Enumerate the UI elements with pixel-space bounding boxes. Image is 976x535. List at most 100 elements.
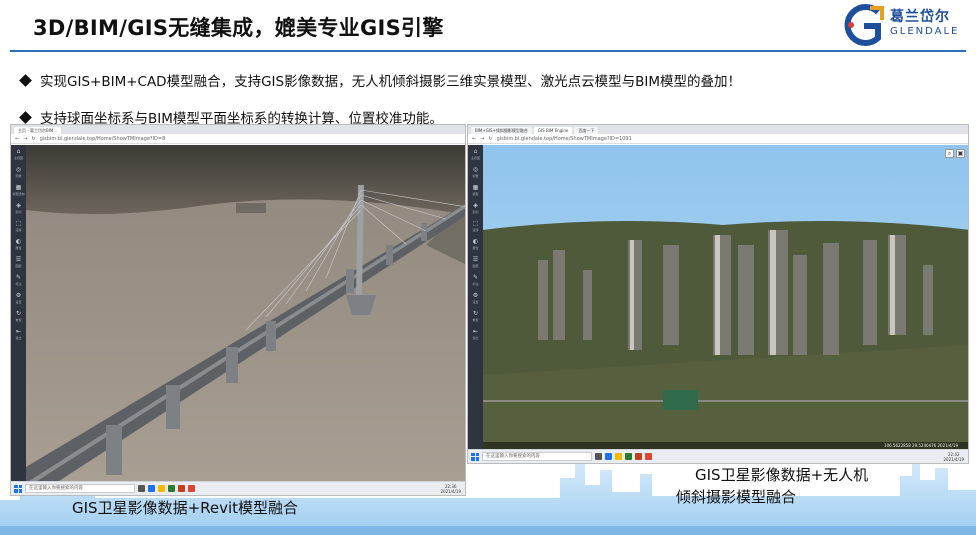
page-title: 3D/BIM/GIS无缝集成，媲美专业GIS引擎: [33, 16, 444, 40]
sidebar-item[interactable]: ⚙ 设置: [468, 289, 483, 307]
reload-icon[interactable]: ↻: [31, 136, 35, 142]
sidebar-tool-icon: ⇤: [15, 328, 22, 335]
forward-icon[interactable]: →: [480, 136, 484, 142]
sidebar-tool-icon: ✎: [15, 274, 22, 281]
diamond-bullet-icon: [19, 111, 32, 124]
sidebar-tool-icon: ▦: [472, 184, 479, 191]
taskbar-search-input[interactable]: 在这里输入你要搜索的内容: [482, 452, 592, 461]
company-logo: 葛兰岱尔 GLENDALE: [838, 4, 970, 46]
sidebar-tool-icon: ◎: [15, 166, 22, 173]
powerpoint-icon[interactable]: [178, 485, 185, 492]
oblique-photography-scene: [483, 145, 968, 449]
sidebar-item[interactable]: ◈ 剖切: [468, 199, 483, 217]
sidebar-item[interactable]: ☰ 图层: [11, 253, 26, 271]
sidebar-item-label: 主视图: [13, 156, 23, 160]
chrome-icon[interactable]: [188, 485, 195, 492]
sidebar-item-label: 重置: [472, 318, 479, 322]
sidebar-tool-icon: ↻: [472, 310, 479, 317]
windows-start-icon[interactable]: [471, 452, 479, 461]
search-icon[interactable]: ⌕: [945, 149, 954, 158]
sidebar-item-label: 模型: [472, 192, 479, 196]
reload-icon[interactable]: ↻: [488, 136, 492, 142]
windows-taskbar: 在这里输入你要搜索的内容 22:36 2021/4/19: [11, 481, 465, 495]
taskbar-search-input[interactable]: 在这里输入你要搜索的内容: [25, 484, 135, 493]
taskbar-clock: 22:42 2021/4/19: [943, 451, 964, 462]
layer-toggle-icon[interactable]: ▣: [956, 149, 965, 158]
excel-icon[interactable]: [625, 453, 632, 460]
city-3d-viewport[interactable]: ⌕ ▣ 106.5622858 29.5240476 2021/4/19: [483, 145, 968, 449]
windows-start-icon[interactable]: [14, 484, 22, 493]
url-text[interactable]: gisbim.bl.glendale.top/Home/ShowTMImage?…: [40, 136, 166, 142]
sidebar-item[interactable]: ✎ 标注: [11, 271, 26, 289]
sidebar-item-label: 图层: [472, 264, 479, 268]
sidebar-item-label: 漫游: [472, 228, 479, 232]
bridge-3d-viewport[interactable]: [26, 145, 465, 481]
sidebar-item-label: 剖切: [472, 210, 479, 214]
sidebar-item[interactable]: ▦ 模型: [468, 181, 483, 199]
powerpoint-icon[interactable]: [635, 453, 642, 460]
sidebar-item-label: 设置: [472, 300, 479, 304]
browser-tab-bar: 主页 - 葛兰岱尔BIM...: [11, 125, 465, 134]
address-bar[interactable]: ← → ↻ gisbim.bl.glendale.top/Home/ShowTM…: [468, 134, 968, 144]
sidebar-tool-icon: ◐: [472, 238, 479, 245]
logo-english-name: GLENDALE: [890, 26, 960, 37]
sidebar-item[interactable]: ◎ 测量: [468, 163, 483, 181]
diamond-bullet-icon: [19, 74, 32, 87]
sidebar-tool-icon: ▦: [15, 184, 22, 191]
sidebar-item[interactable]: ◈ 剖切: [11, 199, 26, 217]
excel-icon[interactable]: [168, 485, 175, 492]
chrome-icon[interactable]: [645, 453, 652, 460]
browser-tab[interactable]: 主页 - 葛兰岱尔BIM...: [14, 127, 62, 134]
sidebar-item[interactable]: ☰ 图层: [468, 253, 483, 271]
sidebar-item-label: 退出: [15, 336, 22, 340]
file-explorer-icon[interactable]: [615, 453, 622, 460]
url-text[interactable]: gisbim.bl.glendale.top/Home/ShowTMImage?…: [497, 136, 632, 142]
sidebar-item[interactable]: ⚙ 设置: [11, 289, 26, 307]
back-icon[interactable]: ←: [472, 136, 476, 142]
sidebar-tool-icon: ⇤: [472, 328, 479, 335]
edge-icon[interactable]: [148, 485, 155, 492]
address-bar[interactable]: ← → ↻ gisbim.bl.glendale.top/Home/ShowTM…: [11, 134, 465, 144]
task-view-icon[interactable]: [595, 453, 602, 460]
sidebar-item[interactable]: ✎ 标注: [468, 271, 483, 289]
sidebar-item-label: 属性: [15, 246, 22, 250]
edge-icon[interactable]: [605, 453, 612, 460]
viewer-body: ⌂ 主视图 ◎ 测量 ▦ 模型结构 ◈ 剖切 ⬚ 漫游 ◐ 属性 ☰ 图层 ✎ 标注 ⚙ 设置 ↻ 重置 ⇤ 退出: [11, 145, 465, 481]
sidebar-tool-icon: ◎: [472, 166, 479, 173]
sidebar-tool-icon: ✎: [472, 274, 479, 281]
sidebar-item-label: 重置: [15, 318, 22, 322]
back-icon[interactable]: ←: [15, 136, 19, 142]
sidebar-tool-icon: ⌂: [16, 148, 21, 155]
browser-tab[interactable]: GIS BIM Engine: [533, 127, 573, 134]
viewer-body: ⌂ 主视图 ◎ 测量 ▦ 模型 ◈ 剖切 ⬚ 漫游 ◐ 属性 ☰ 图层 ✎ 标注 ⚙ 设置 ↻ 重置 ⇤ 退出: [468, 145, 968, 449]
file-explorer-icon[interactable]: [158, 485, 165, 492]
sidebar-item[interactable]: ◐ 属性: [468, 235, 483, 253]
sidebar-item-label: 设置: [15, 300, 22, 304]
forward-icon[interactable]: →: [23, 136, 27, 142]
sidebar-item-label: 模型结构: [12, 192, 25, 196]
sidebar-item[interactable]: ⇤ 退出: [468, 325, 483, 343]
task-view-icon[interactable]: [138, 485, 145, 492]
right-browser-window: BIM+GIS+倾斜摄影模型融合 GIS BIM Engine 百度一下 ← →…: [467, 124, 969, 464]
browser-tab[interactable]: 百度一下: [574, 127, 599, 134]
sidebar-item-label: 标注: [472, 282, 479, 286]
sidebar-item[interactable]: ↻ 重置: [11, 307, 26, 325]
sidebar-item-label: 剖切: [15, 210, 22, 214]
left-browser-window: 主页 - 葛兰岱尔BIM... ← → ↻ gisbim.bl.glendale…: [10, 124, 466, 496]
sidebar-item-label: 测量: [15, 174, 22, 178]
browser-tab[interactable]: BIM+GIS+倾斜摄影模型融合: [471, 127, 532, 134]
sidebar-item[interactable]: ▦ 模型结构: [11, 181, 26, 199]
sidebar-item[interactable]: ⬚ 漫游: [468, 217, 483, 235]
sidebar-tool-icon: ☰: [15, 256, 22, 263]
browser-tab-bar: BIM+GIS+倾斜摄影模型融合 GIS BIM Engine 百度一下: [468, 125, 968, 134]
sidebar-item[interactable]: ◐ 属性: [11, 235, 26, 253]
sidebar-item[interactable]: ⬚ 漫游: [11, 217, 26, 235]
sidebar-item[interactable]: ⌂ 主视图: [468, 145, 483, 163]
sidebar-item[interactable]: ⇤ 退出: [11, 325, 26, 343]
sidebar-tool-icon: ⚙: [15, 292, 22, 299]
sidebar-item[interactable]: ↻ 重置: [468, 307, 483, 325]
sidebar-item[interactable]: ⌂ 主视图: [11, 145, 26, 163]
glendale-logo-icon: [844, 4, 884, 46]
sidebar-item[interactable]: ◎ 测量: [11, 163, 26, 181]
sidebar-item-label: 属性: [472, 246, 479, 250]
